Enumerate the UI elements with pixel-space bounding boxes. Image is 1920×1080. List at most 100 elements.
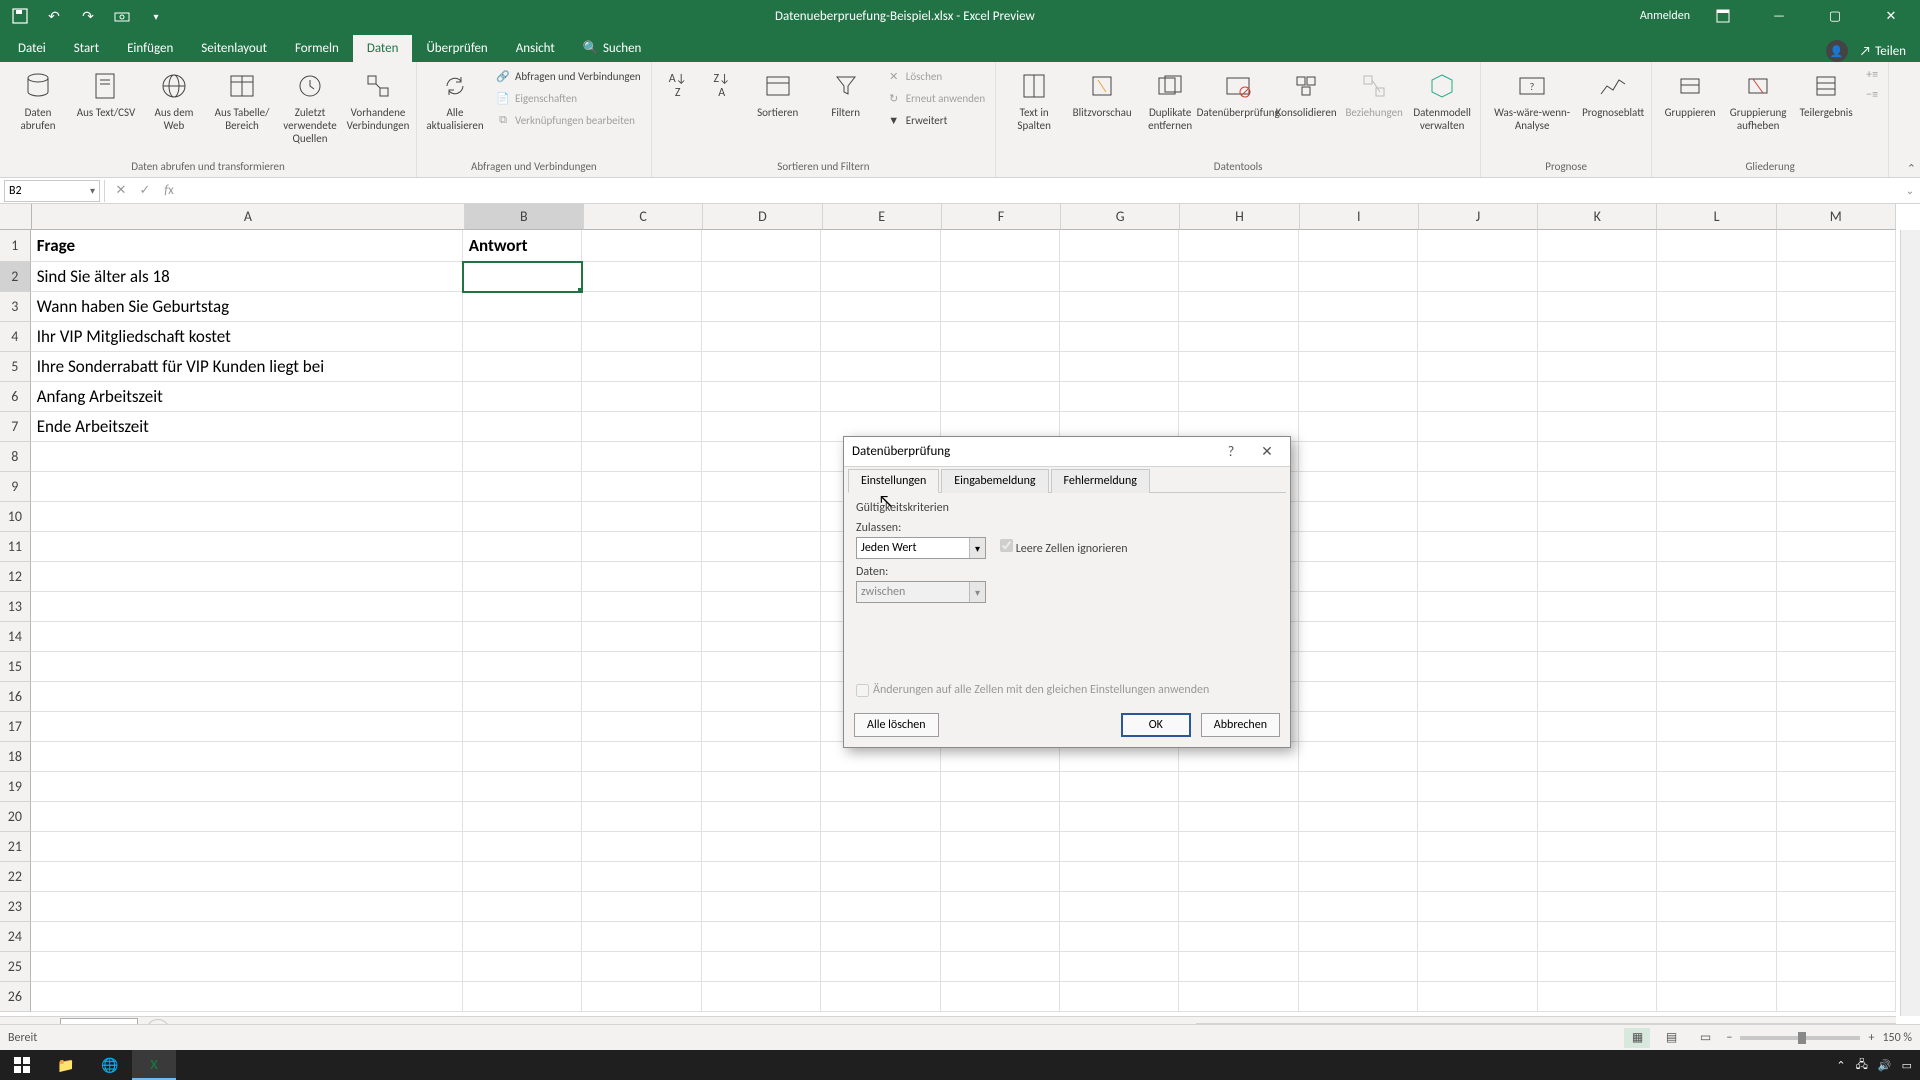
cell[interactable] xyxy=(941,322,1060,352)
column-header[interactable]: K xyxy=(1538,204,1657,230)
column-header[interactable]: A xyxy=(32,204,465,230)
cell[interactable] xyxy=(1538,292,1657,322)
cell[interactable] xyxy=(821,352,940,382)
cell[interactable] xyxy=(31,532,463,562)
cell[interactable] xyxy=(582,712,701,742)
cell[interactable] xyxy=(1777,592,1896,622)
cell[interactable]: Ihr VIP Mitgliedschaft kostet xyxy=(31,322,463,352)
cancel-button[interactable]: Abbrechen xyxy=(1201,713,1280,737)
cell[interactable] xyxy=(1060,982,1179,1012)
cell[interactable] xyxy=(1299,292,1418,322)
row-header[interactable]: 4 xyxy=(0,322,31,352)
cell[interactable] xyxy=(1179,262,1298,292)
cell[interactable] xyxy=(1538,622,1657,652)
cell[interactable] xyxy=(1777,622,1896,652)
cell[interactable] xyxy=(1299,382,1418,412)
cell[interactable] xyxy=(821,832,940,862)
cell[interactable] xyxy=(1299,230,1418,262)
cell[interactable] xyxy=(582,352,701,382)
cell[interactable] xyxy=(702,802,821,832)
row-header[interactable]: 15 xyxy=(0,652,31,682)
tray-network-icon[interactable]: 🖧 xyxy=(1856,1056,1868,1075)
zoom-in-icon[interactable]: + xyxy=(1868,1031,1874,1045)
cell[interactable] xyxy=(1179,862,1298,892)
cell[interactable] xyxy=(1060,892,1179,922)
cell[interactable] xyxy=(463,892,582,922)
cell[interactable] xyxy=(463,592,582,622)
cell[interactable] xyxy=(1777,892,1896,922)
advanced-filter-button[interactable]: ▼Erweitert xyxy=(882,110,989,130)
row-header[interactable]: 9 xyxy=(0,472,31,502)
filter-button[interactable]: Filtern xyxy=(814,66,878,123)
whatif-button[interactable]: ?Was-wäre-wenn-Analyse xyxy=(1487,66,1577,136)
cell[interactable] xyxy=(1418,592,1537,622)
tab-formeln[interactable]: Formeln xyxy=(281,35,353,62)
cell[interactable]: Wann haben Sie Geburtstag xyxy=(31,292,463,322)
row-header[interactable]: 5 xyxy=(0,352,31,382)
cell[interactable] xyxy=(1657,742,1776,772)
cell[interactable]: Frage xyxy=(31,230,463,262)
cell[interactable] xyxy=(582,322,701,352)
cell[interactable] xyxy=(1538,472,1657,502)
cell[interactable] xyxy=(1657,352,1776,382)
cell[interactable] xyxy=(1299,712,1418,742)
cell[interactable] xyxy=(463,832,582,862)
cell[interactable] xyxy=(582,502,701,532)
cell[interactable] xyxy=(1777,832,1896,862)
cell[interactable] xyxy=(1538,262,1657,292)
cell[interactable] xyxy=(463,652,582,682)
cell[interactable] xyxy=(1777,802,1896,832)
column-header[interactable]: F xyxy=(942,204,1061,230)
cell[interactable] xyxy=(1060,262,1179,292)
cell[interactable] xyxy=(31,712,463,742)
cell[interactable] xyxy=(1060,922,1179,952)
text-to-columns-button[interactable]: Text in Spalten xyxy=(1002,66,1066,136)
cell[interactable] xyxy=(31,442,463,472)
from-table-button[interactable]: Aus Tabelle/ Bereich xyxy=(210,66,274,136)
cell[interactable] xyxy=(1657,952,1776,982)
cell[interactable] xyxy=(1418,652,1537,682)
namebox-dropdown-icon[interactable]: ▾ xyxy=(90,184,95,197)
tab-datei[interactable]: Datei xyxy=(4,35,60,62)
cell[interactable] xyxy=(1418,982,1537,1012)
cell[interactable] xyxy=(582,832,701,862)
vertical-scrollbar[interactable] xyxy=(1900,230,1920,1016)
cell[interactable] xyxy=(941,922,1060,952)
cell[interactable] xyxy=(463,682,582,712)
avatar-icon[interactable]: 👤 xyxy=(1826,40,1848,62)
cell[interactable] xyxy=(1777,230,1896,262)
cell[interactable] xyxy=(1777,412,1896,442)
cell[interactable] xyxy=(1777,502,1896,532)
cell[interactable] xyxy=(702,502,821,532)
cell[interactable] xyxy=(1538,892,1657,922)
cell[interactable] xyxy=(1299,322,1418,352)
row-header[interactable]: 2 xyxy=(0,262,31,292)
cell[interactable] xyxy=(582,982,701,1012)
sort-az-button[interactable]: A↓Z xyxy=(658,66,698,110)
cell[interactable] xyxy=(1299,922,1418,952)
cell[interactable] xyxy=(1538,352,1657,382)
zoom-out-icon[interactable]: − xyxy=(1726,1031,1732,1045)
cell[interactable] xyxy=(1538,802,1657,832)
row-header[interactable]: 14 xyxy=(0,622,31,652)
cell[interactable] xyxy=(941,862,1060,892)
cell[interactable] xyxy=(1657,412,1776,442)
cell[interactable] xyxy=(1299,442,1418,472)
column-header[interactable]: G xyxy=(1061,204,1180,230)
cell[interactable] xyxy=(1299,502,1418,532)
row-header[interactable]: 8 xyxy=(0,442,31,472)
cell[interactable] xyxy=(821,802,940,832)
cell[interactable] xyxy=(1777,262,1896,292)
cell[interactable] xyxy=(582,412,701,442)
zoom-level[interactable]: 150 % xyxy=(1882,1031,1912,1045)
redo-icon[interactable]: ↷ xyxy=(74,2,102,30)
cell[interactable] xyxy=(1418,622,1537,652)
cell[interactable] xyxy=(1299,802,1418,832)
group-button[interactable]: Gruppieren xyxy=(1658,66,1722,123)
cell[interactable] xyxy=(1299,592,1418,622)
cell[interactable] xyxy=(1418,772,1537,802)
cell[interactable] xyxy=(463,472,582,502)
cell[interactable] xyxy=(1299,682,1418,712)
cell[interactable] xyxy=(463,862,582,892)
cell[interactable] xyxy=(1418,862,1537,892)
